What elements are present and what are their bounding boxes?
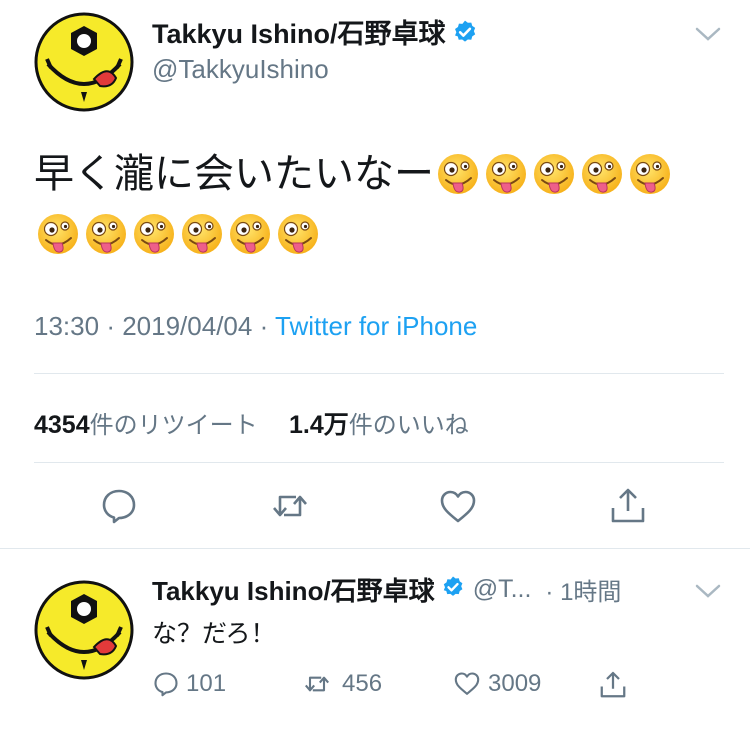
meta-separator: · [259,311,269,341]
likes-label: 件のいいね [348,412,469,439]
reply-author-handle[interactable]: @T... [473,575,532,604]
share-upload-icon [600,671,626,698]
zany-face-emoji-icon [230,214,270,254]
share-button[interactable] [608,486,648,531]
reply-like-button[interactable]: 3009 [452,670,541,698]
author-handle[interactable]: @TakkyuIshino [152,54,329,85]
zany-face-emoji-icon [486,154,526,194]
zany-face-emoji-icon [582,154,622,194]
share-upload-icon [611,488,645,523]
zany-face-emoji-icon [630,154,670,194]
reply-author-name[interactable]: Takkyu Ishino/石野卓球 [152,571,435,608]
reply-author-avatar[interactable] [34,580,134,680]
retweets-stat[interactable]: 4354件のリツイート [34,411,258,439]
zany-face-emoji-icon [438,154,478,194]
tweet-stats: 4354件のリツイート 1.4万件のいいね [34,405,469,441]
retweets-label: 件のリツイート [89,412,258,439]
tweet-date: 2019/04/04 [122,311,253,341]
author-name-row[interactable]: Takkyu Ishino/石野卓球 [152,12,478,52]
chevron-down-icon[interactable] [694,24,722,49]
verified-badge-icon [441,575,465,604]
author-name[interactable]: Takkyu Ishino/石野卓球 [152,19,446,49]
divider [34,462,724,463]
verified-badge-icon [452,19,478,52]
tweet-meta: 13:30 · 2019/04/04 · Twitter for iPhone [34,311,477,342]
likes-count: 1.4万 [288,411,349,439]
emoji-row-1 [434,150,674,198]
heart-icon [454,672,480,695]
section-divider [0,548,750,549]
likes-stat[interactable]: 1.4万件のいいね [288,411,469,439]
retweet-button[interactable] [270,486,310,531]
reply-header[interactable]: Takkyu Ishino/石野卓球 @T... · 1時間 [152,571,621,608]
like-count: 3009 [488,670,542,697]
retweet-arrows-icon [273,495,307,517]
retweet-arrows-icon [305,676,329,692]
reply-share-button[interactable] [598,670,634,700]
reply-button[interactable] [99,486,139,531]
zany-face-emoji-icon [278,214,318,254]
author-avatar[interactable] [34,12,134,112]
divider [34,373,724,374]
tweet-time: 13:30 [34,311,100,341]
tweet-text: 早く瀧に会いたいなー [34,151,434,197]
heart-icon [440,490,476,523]
meta-separator: · [106,311,115,341]
tweet-source-link[interactable]: Twitter for iPhone [275,311,477,341]
reply-reply-button[interactable]: 101 [152,670,226,698]
emoji-row-2 [34,210,724,258]
zany-face-emoji-icon [134,214,174,254]
like-button[interactable] [438,487,478,532]
reply-text: な？だろ！ [152,619,276,648]
zany-face-emoji-icon [38,214,78,254]
reply-count: 101 [186,670,227,697]
reply-retweet-button[interactable]: 456 [298,670,382,698]
tweet-body: 早く瀧に会いたいなー [34,148,724,258]
chevron-down-icon[interactable] [694,581,722,606]
zany-face-emoji-icon [182,214,222,254]
zany-face-emoji-icon [534,154,574,194]
comment-bubble-icon [102,489,136,524]
retweet-count: 456 [342,670,383,697]
avatar-smiley-icon [34,580,134,680]
avatar-smiley-icon [34,12,134,112]
comment-bubble-icon [154,672,178,697]
retweets-count: 4354 [34,411,90,439]
reply-time[interactable]: · 1時間 [545,572,621,607]
zany-face-emoji-icon [86,214,126,254]
